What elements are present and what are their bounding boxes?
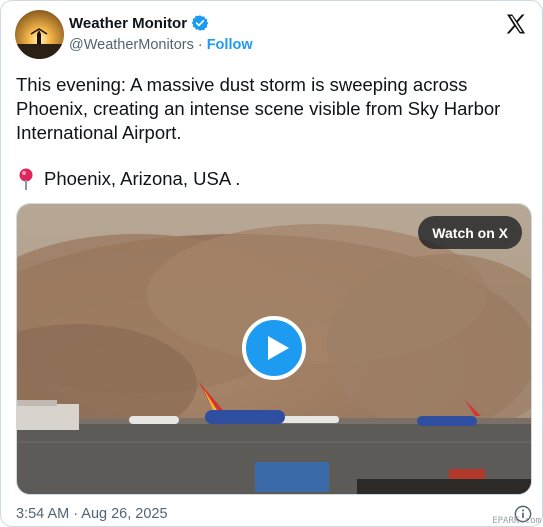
post-card: Weather Monitor @WeatherMonitors · Follo… [0, 0, 543, 527]
location-text: Phoenix, Arizona, USA . [44, 168, 241, 189]
avatar[interactable] [15, 10, 64, 59]
follow-button[interactable]: Follow [207, 37, 253, 53]
pin-icon [19, 168, 33, 190]
verified-badge-icon [191, 15, 209, 31]
watermark-text: EPARK.com [492, 516, 541, 526]
watch-on-x-button[interactable]: Watch on X [418, 216, 522, 249]
author-handle[interactable]: @WeatherMonitors [69, 37, 194, 53]
x-logo-icon[interactable] [504, 12, 528, 36]
post-text: This evening: A massive dust storm is sw… [16, 74, 501, 143]
author-name[interactable]: Weather Monitor [69, 15, 187, 32]
location-line: Phoenix, Arizona, USA . [16, 167, 240, 191]
video-media[interactable]: Watch on X [16, 203, 532, 495]
play-button[interactable] [242, 316, 306, 380]
play-icon [268, 336, 289, 360]
post-timestamp[interactable]: 3:54 AM · Aug 26, 2025 [16, 506, 168, 522]
separator-dot: · [197, 37, 203, 53]
